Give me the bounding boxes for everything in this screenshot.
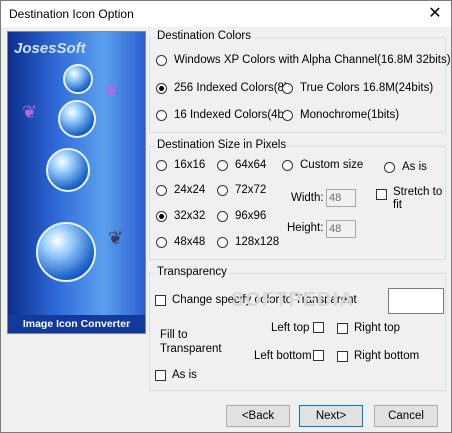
colors-group: Destination Colors Windows XP Colors wit…: [149, 30, 451, 133]
radio-72x72[interactable]: 72x72: [217, 184, 266, 196]
radio-indicator: [217, 184, 228, 196]
width-label: Width:: [291, 192, 324, 204]
radio-48x48[interactable]: 48x48: [156, 236, 205, 248]
radio-indicator: [384, 161, 395, 173]
radio-96x96[interactable]: 96x96: [217, 210, 266, 222]
radio-indicator: [156, 184, 167, 196]
watermark: SOFTPEDIA: [231, 289, 355, 311]
side-banner: JosesSoft ❦ ❦ ❦ Image Icon Converter: [7, 31, 146, 334]
size-group: Destination Size in Pixels 16x16 64x64 C…: [149, 139, 446, 260]
stretch-label: Stretch to: [393, 186, 443, 198]
left-bottom-checkbox[interactable]: [313, 350, 324, 361]
checkbox-indicator: [376, 189, 387, 200]
radio-256-colors[interactable]: 256 Indexed Colors(8b: [156, 82, 290, 94]
right-top-checkbox[interactable]: Right top: [337, 322, 400, 334]
butterfly-icon: ❦: [104, 80, 120, 100]
height-label: Height:: [287, 222, 324, 234]
height-input[interactable]: 48: [326, 220, 356, 238]
butterfly-icon: ❦: [22, 102, 38, 122]
radio-xp-colors[interactable]: Windows XP Colors with Alpha Channel(16.…: [156, 54, 451, 66]
left-top-label: Left top: [271, 322, 310, 334]
right-bottom-checkbox[interactable]: Right bottom: [337, 350, 419, 362]
radio-indicator: [217, 210, 228, 222]
radio-indicator: [217, 236, 228, 248]
radio-indicator: [156, 236, 167, 248]
radio-true-colors[interactable]: True Colors 16.8M(24bits): [282, 82, 433, 94]
radio-custom-size[interactable]: Custom size: [282, 159, 363, 171]
at-orb-icon: [63, 64, 93, 94]
colors-legend: Destination Colors: [155, 30, 253, 42]
cancel-button[interactable]: Cancel: [374, 405, 438, 427]
radio-128x128[interactable]: 128x128: [217, 236, 279, 248]
checkbox-indicator: [155, 369, 166, 381]
radio-16-colors[interactable]: 16 Indexed Colors(4b: [156, 109, 284, 121]
checkbox-indicator: [155, 294, 166, 306]
radio-64x64[interactable]: 64x64: [217, 159, 266, 171]
checkbox-indicator: [337, 322, 348, 334]
left-bottom-label: Left bottom: [254, 350, 312, 362]
checkbox-indicator: [337, 350, 348, 362]
brand-logo: JosesSoft: [14, 40, 86, 57]
radio-as-is[interactable]: As is: [384, 161, 427, 173]
globe-orb-icon: [58, 100, 96, 138]
radio-indicator: [156, 54, 167, 66]
stretch-to-fit-checkbox[interactable]: [376, 189, 387, 200]
back-button[interactable]: <Back: [226, 405, 290, 427]
width-input[interactable]: 48: [326, 189, 356, 207]
color-swatch[interactable]: [388, 288, 444, 314]
radio-indicator: [282, 109, 293, 121]
banner-caption: Image Icon Converter: [8, 315, 145, 333]
radio-indicator: [156, 109, 167, 121]
radio-indicator: [217, 159, 228, 171]
radio-monochrome[interactable]: Monochrome(1bits): [282, 109, 399, 121]
radio-indicator: [156, 82, 167, 94]
fill-label-2: Transparent: [160, 343, 222, 355]
size-legend: Destination Size in Pixels: [155, 139, 289, 151]
fill-label: Fill to: [160, 329, 188, 341]
radio-indicator: [282, 159, 293, 171]
large-orb-icon: [36, 222, 96, 282]
butterfly-icon: ❦: [108, 228, 124, 248]
portrait-orb-icon: [46, 148, 90, 192]
radio-indicator: [156, 159, 167, 171]
left-top-checkbox[interactable]: [313, 322, 324, 333]
radio-16x16[interactable]: 16x16: [156, 159, 205, 171]
stretch-label-fit: fit: [393, 199, 402, 211]
checkbox-indicator: [313, 350, 324, 361]
close-button[interactable]: ✕: [419, 1, 451, 27]
transparency-legend: Transparency: [155, 266, 229, 278]
checkbox-indicator: [313, 322, 324, 333]
radio-32x32[interactable]: 32x32: [156, 210, 205, 222]
window-title: Destination Icon Option: [9, 7, 134, 21]
radio-indicator: [156, 210, 167, 222]
next-button[interactable]: Next>: [299, 405, 363, 427]
as-is-checkbox[interactable]: As is: [155, 369, 197, 381]
radio-24x24[interactable]: 24x24: [156, 184, 205, 196]
dialog-window: Destination Icon Option ✕ JosesSoft ❦ ❦ …: [0, 0, 452, 433]
title-bar: Destination Icon Option ✕: [1, 1, 451, 27]
radio-indicator: [282, 82, 293, 94]
